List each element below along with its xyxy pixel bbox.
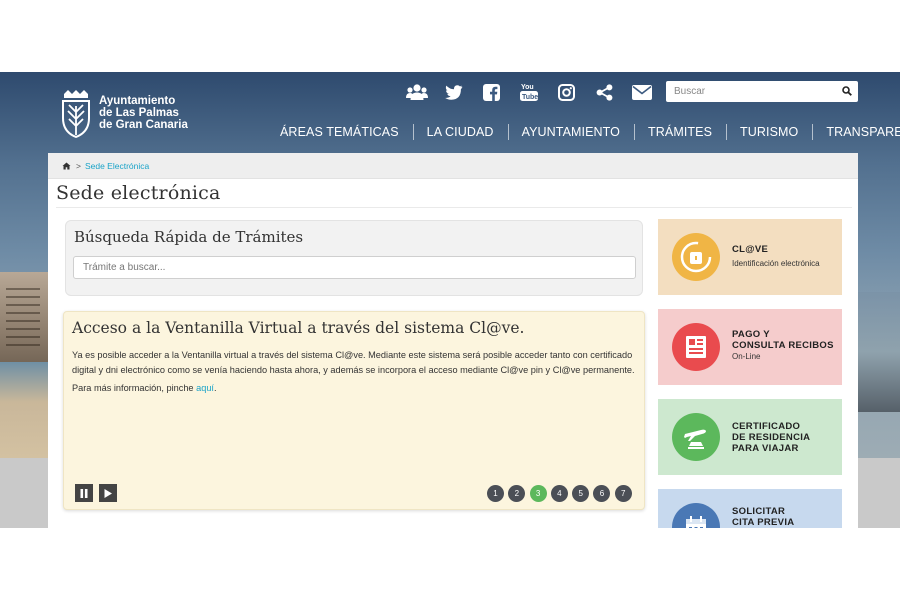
- travel-icon: [684, 429, 706, 449]
- breadcrumb: > Sede Electrónica: [48, 153, 858, 179]
- card-cita-circle: [672, 503, 720, 528]
- slide-page-3[interactable]: 3: [529, 485, 547, 502]
- card-pago-circle: [672, 323, 720, 371]
- card-certificado-title-line-1: CERTIFICADO: [732, 421, 801, 432]
- nav-areas-tematicas[interactable]: ÁREAS TEMÁTICAS: [266, 121, 413, 143]
- pause-button[interactable]: [75, 484, 93, 502]
- logo-line-1: Ayuntamiento: [99, 95, 176, 107]
- twitter-icon[interactable]: [436, 80, 474, 104]
- card-certificado-circle: [672, 413, 720, 461]
- clave-icon: [680, 241, 712, 273]
- play-button[interactable]: [99, 484, 117, 502]
- slide-more-info: Para más información, pinche aquí.: [72, 383, 217, 393]
- card-cita-previa[interactable]: SOLICITAR CITA PREVIA: [658, 489, 842, 528]
- site-logo[interactable]: Ayuntamiento de Las Palmas de Gran Canar…: [60, 88, 200, 138]
- slide-more-prefix: Para más información, pinche: [72, 383, 197, 393]
- breadcrumb-separator: >: [76, 160, 81, 171]
- card-pago-title-line-1: PAGO Y: [732, 329, 770, 340]
- calendar-icon: [686, 516, 706, 528]
- users-icon[interactable]: [398, 80, 436, 104]
- nav-transparencia[interactable]: TRANSPARENCIA: [812, 121, 900, 143]
- home-icon[interactable]: [62, 162, 71, 170]
- instagram-icon[interactable]: [548, 80, 586, 104]
- nav-tramites[interactable]: TRÁMITES: [634, 121, 726, 143]
- card-clave-circle: [672, 233, 720, 281]
- card-clave[interactable]: CL@VE Identificación electrónica: [658, 219, 842, 295]
- quick-search-box: Búsqueda Rápida de Trámites: [65, 220, 643, 296]
- svg-text:Tube: Tube: [522, 94, 538, 101]
- card-cita-title-line-2: CITA PREVIA: [732, 517, 795, 528]
- mail-icon[interactable]: [623, 80, 661, 104]
- slide-page-4[interactable]: 4: [550, 485, 568, 502]
- background-buildings: [0, 272, 50, 372]
- slide-page-1[interactable]: 1: [487, 485, 504, 502]
- social-links: You Tube: [398, 80, 661, 104]
- slide-pagination: 1 2 3 4 5 6 7: [487, 485, 636, 502]
- card-cita-title: SOLICITAR CITA PREVIA: [732, 506, 794, 528]
- card-pago-recibos[interactable]: PAGO Y CONSULTA RECIBOS On-Line: [658, 309, 842, 385]
- news-slider: Acceso a la Ventanilla Virtual a través …: [63, 311, 645, 510]
- slide-text: Ya es posible acceder a la Ventanilla vi…: [72, 350, 635, 375]
- card-certificado-title-line-2: DE RESIDENCIA: [732, 432, 811, 443]
- slide-page-2[interactable]: 2: [508, 485, 526, 502]
- breadcrumb-current[interactable]: Sede Electrónica: [85, 161, 149, 171]
- logo-line-3: de Gran Canaria: [99, 119, 188, 131]
- logo-text: Ayuntamiento de Las Palmas de Gran Canar…: [99, 95, 188, 131]
- facebook-icon[interactable]: [473, 80, 511, 104]
- slide-more-suffix: .: [213, 383, 217, 393]
- receipt-icon: [686, 336, 706, 358]
- play-icon: [104, 488, 112, 498]
- slide-page-6[interactable]: 6: [593, 485, 611, 502]
- procedure-search-input[interactable]: [73, 256, 636, 279]
- nav-turismo[interactable]: TURISMO: [726, 121, 812, 143]
- card-pago-title-line-2: CONSULTA RECIBOS: [732, 340, 834, 351]
- card-certificado-title: CERTIFICADO DE RESIDENCIA PARA VIAJAR: [732, 421, 810, 454]
- share-icon[interactable]: [586, 80, 624, 104]
- slide-more-link[interactable]: aquí: [196, 383, 214, 393]
- background-beach: [0, 362, 50, 462]
- card-clave-subtitle: Identificación electrónica: [732, 259, 820, 268]
- site-search: [666, 81, 858, 102]
- nav-la-ciudad[interactable]: LA CIUDAD: [412, 121, 508, 143]
- card-cita-title-line-1: SOLICITAR: [732, 506, 786, 517]
- card-pago-title: PAGO Y CONSULTA RECIBOS: [732, 329, 834, 351]
- content-panel: > Sede Electrónica Sede electrónica Búsq…: [48, 153, 858, 528]
- page: Ayuntamiento de Las Palmas de Gran Canar…: [0, 0, 900, 600]
- card-clave-title: CL@VE: [732, 244, 769, 255]
- pause-icon: [80, 488, 88, 498]
- card-pago-subtitle: On-Line: [732, 352, 761, 361]
- page-title: Sede electrónica: [56, 182, 221, 204]
- card-certificado-residencia[interactable]: CERTIFICADO DE RESIDENCIA PARA VIAJAR: [658, 399, 842, 475]
- slide-page-5[interactable]: 5: [572, 485, 590, 502]
- search-input[interactable]: [666, 81, 836, 102]
- card-certificado-title-line-3: PARA VIAJAR: [732, 443, 799, 454]
- svg-text:You: You: [521, 84, 534, 91]
- nav-ayuntamiento[interactable]: AYUNTAMIENTO: [507, 121, 634, 143]
- logo-line-2: de Las Palmas: [99, 107, 179, 119]
- coat-of-arms-icon: [62, 90, 90, 138]
- youtube-icon[interactable]: You Tube: [511, 80, 549, 104]
- main-nav: ÁREAS TEMÁTICAS LA CIUDAD AYUNTAMIENTO T…: [266, 121, 900, 143]
- quick-search-title: Búsqueda Rápida de Trámites: [74, 228, 304, 246]
- search-icon[interactable]: [842, 86, 852, 96]
- slide-title: Acceso a la Ventanilla Virtual a través …: [72, 319, 525, 337]
- title-divider: [56, 207, 852, 208]
- slide-page-7[interactable]: 7: [614, 485, 632, 502]
